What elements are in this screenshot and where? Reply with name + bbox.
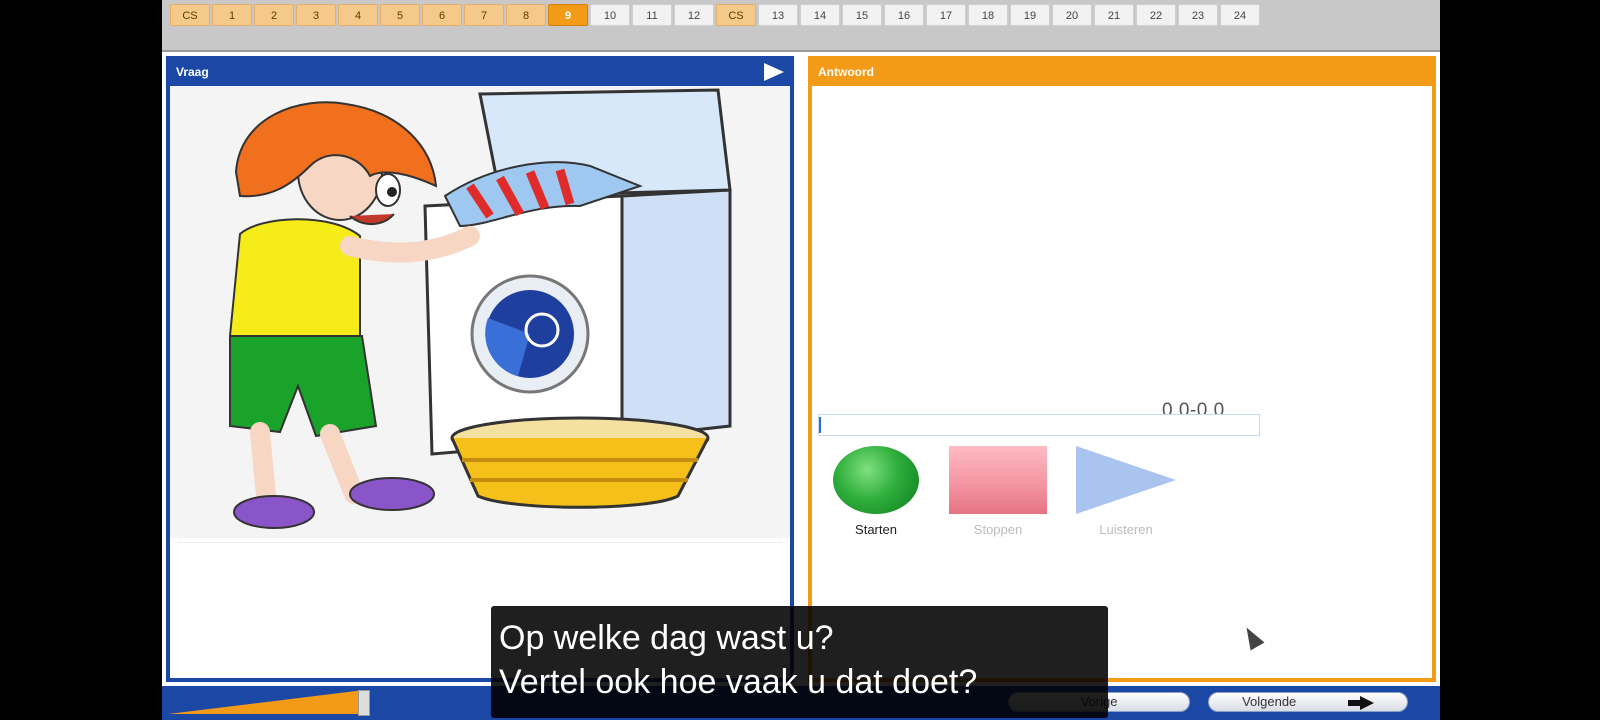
question-tab[interactable]: 5 (380, 4, 420, 26)
subtitle-line-1: Op welke dag wast u? (499, 619, 834, 657)
question-tab[interactable]: 1 (212, 4, 252, 26)
play-icon (1076, 446, 1176, 514)
question-tab[interactable]: 13 (758, 4, 798, 26)
record-icon (833, 446, 919, 514)
question-body (170, 86, 790, 678)
question-tab[interactable]: CS (716, 4, 756, 26)
volume-knob[interactable] (358, 690, 370, 716)
stop-icon (949, 446, 1047, 514)
stop-label: Stoppen (973, 522, 1023, 537)
question-tab[interactable]: 2 (254, 4, 294, 26)
question-tab[interactable]: 11 (632, 4, 672, 26)
question-tab[interactable]: 14 (800, 4, 840, 26)
question-tab[interactable]: 17 (926, 4, 966, 26)
question-tab[interactable]: 8 (506, 4, 546, 26)
question-tab[interactable]: 9 (548, 4, 588, 26)
question-tab[interactable]: 7 (464, 4, 504, 26)
answer-panel: Antwoord 0.0-0.0 Starten Stoppen Luister… (808, 56, 1436, 682)
question-tab[interactable]: 4 (338, 4, 378, 26)
question-tab[interactable]: 24 (1220, 4, 1260, 26)
answer-panel-title: Antwoord (818, 65, 874, 79)
question-tab[interactable]: 21 (1094, 4, 1134, 26)
question-tab[interactable]: 15 (842, 4, 882, 26)
question-tab[interactable]: CS (170, 4, 210, 26)
subtitle-box: Op welke dag wast u? Vertel ook hoe vaak… (491, 606, 1108, 718)
question-tab[interactable]: 12 (674, 4, 714, 26)
question-tabs: CS 1 2 3 4 5 6 7 8 9 10 11 12 CS 13 14 15 16 17 18 19 20 21 22 2… (170, 4, 1260, 26)
subtitle-line-2: Vertel ook hoe vaak u dat doet? (499, 663, 978, 701)
play-question-icon[interactable] (764, 63, 784, 81)
listen-button[interactable]: Luisteren (1076, 446, 1176, 537)
answer-panel-header: Antwoord (812, 60, 1432, 84)
question-tab-bar: CS 1 2 3 4 5 6 7 8 9 10 11 12 CS 13 14 15 16 17 18 19 20 21 22 2… (162, 0, 1440, 52)
answer-body: 0.0-0.0 Starten Stoppen Luisteren (812, 86, 1432, 678)
start-button[interactable]: Starten (826, 446, 926, 537)
question-tab[interactable]: 3 (296, 4, 336, 26)
question-tab[interactable]: 22 (1136, 4, 1176, 26)
next-button[interactable]: Volgende (1208, 692, 1408, 712)
question-tab[interactable]: 16 (884, 4, 924, 26)
question-tab[interactable]: 10 (590, 4, 630, 26)
volume-track (168, 690, 364, 714)
question-tab[interactable]: 23 (1178, 4, 1218, 26)
question-panel-title: Vraag (176, 65, 209, 79)
washing-machine-illustration (170, 86, 790, 538)
question-tab[interactable]: 20 (1052, 4, 1092, 26)
question-tab[interactable]: 18 (968, 4, 1008, 26)
arrow-right-icon (1347, 695, 1374, 710)
listen-label: Luisteren (1099, 522, 1153, 537)
question-tab[interactable]: 6 (422, 4, 462, 26)
recording-progress-bar (818, 414, 1260, 436)
start-label: Starten (855, 522, 897, 537)
stop-button[interactable]: Stoppen (948, 446, 1048, 537)
volume-slider[interactable] (168, 690, 370, 716)
question-panel: Vraag (166, 56, 794, 682)
question-panel-header: Vraag (170, 60, 790, 84)
next-label: Volgende (1242, 694, 1297, 709)
recording-cursor (819, 417, 821, 433)
question-tab[interactable]: 19 (1010, 4, 1050, 26)
